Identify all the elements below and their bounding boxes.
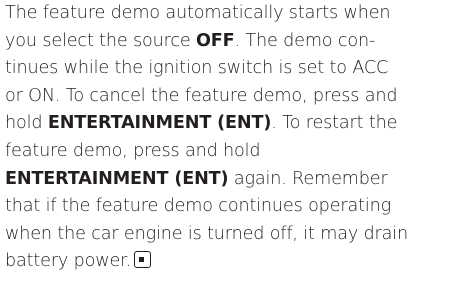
text-run: tinues while the ignition switch is set … [5, 58, 389, 79]
text-line: that if the feature demo continues opera… [5, 193, 453, 221]
text-line: ENTERTAINMENT (ENT) again. Remember [5, 166, 453, 194]
text-run: you select the source [5, 30, 196, 51]
text-line: you select the source OFF. The demo con- [5, 28, 453, 56]
text-run: The feature demo automatically starts wh… [5, 3, 391, 23]
document-paragraph: The feature demo automatically starts wh… [5, 0, 453, 276]
text-run: when the car engine is turned off, it ma… [5, 223, 409, 244]
text-line: tinues while the ignition switch is set … [5, 55, 453, 83]
text-run: battery power. [5, 251, 132, 272]
text-line: feature demo, press and hold [5, 138, 453, 166]
text-line: battery power. [5, 248, 453, 276]
text-line: when the car engine is turned off, it ma… [5, 221, 453, 249]
end-of-section-icon [134, 251, 152, 269]
text-run: or ON. To cancel the feature demo, press… [5, 85, 398, 106]
entertainment-button-label: ENTERTAINMENT (ENT) [5, 168, 229, 189]
entertainment-button-label: ENTERTAINMENT (ENT) [47, 113, 272, 134]
text-line: The feature demo automatically starts wh… [5, 0, 453, 28]
text-line: or ON. To cancel the feature demo, press… [5, 83, 453, 111]
text-run: that if the feature demo continues opera… [5, 196, 391, 217]
text-run: feature demo, press and hold [5, 140, 261, 161]
text-run: . The demo con- [234, 30, 376, 51]
text-run: . To restart the [271, 113, 398, 134]
text-run: again. Remember [228, 168, 388, 189]
source-off-label: OFF [195, 30, 235, 51]
text-run: hold [5, 113, 48, 134]
text-line: hold ENTERTAINMENT (ENT). To restart the [5, 110, 453, 138]
